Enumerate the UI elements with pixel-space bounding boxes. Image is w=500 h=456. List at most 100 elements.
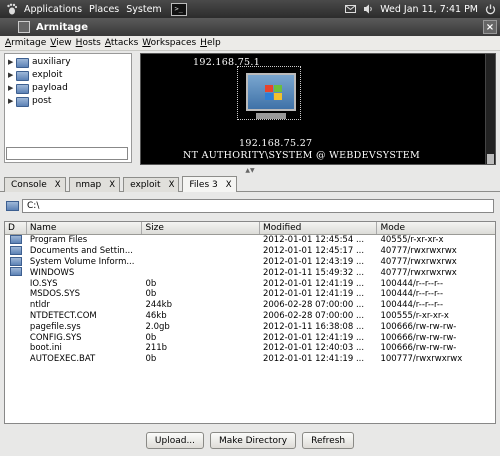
file-mode-cell: 100444/r--r--r--: [380, 289, 444, 300]
tab-label: Files 3: [189, 179, 218, 190]
graph-scrollbar[interactable]: [485, 54, 495, 164]
pane-splitter[interactable]: ▲▼: [0, 167, 500, 174]
folder-icon: [16, 96, 29, 107]
folder-icon: [16, 70, 29, 81]
file-type-cell: [5, 321, 27, 332]
file-name-cell: MSDOS.SYS: [29, 289, 80, 300]
table-row[interactable]: Program Files 2012-01-01 12:45:54 ... 4055…: [5, 234, 495, 246]
file-name-cell: boot.ini: [29, 343, 62, 354]
expand-arrow-icon[interactable]: ▶: [8, 84, 16, 92]
file-modified-cell: 2012-01-01 12:41:19 ...: [262, 289, 365, 300]
table-row[interactable]: AUTOEXEC.BAT 0b 2012-01-01 12:41:19 ... 100…: [5, 354, 495, 365]
folder-up-icon[interactable]: [6, 200, 19, 211]
tree-item-payload[interactable]: ▶ payload: [5, 82, 131, 94]
file-mode-cell: 100666/rw-rw-rw-: [380, 332, 457, 343]
file-modified-cell: 2012-01-01 12:43:19 ...: [262, 256, 365, 267]
menu-view[interactable]: View: [50, 38, 71, 48]
column-header-name[interactable]: Name: [27, 222, 143, 234]
scrollbar-thumb[interactable]: [487, 154, 494, 164]
file-actions: Upload... Make Directory Refresh: [0, 432, 500, 450]
datetime[interactable]: Wed Jan 11, 7:41 PM: [380, 4, 478, 15]
windows-logo-icon: [265, 85, 283, 101]
file-type-cell: [5, 245, 27, 257]
file-type-cell: [5, 354, 27, 365]
table-row[interactable]: ntldr 244kb 2006-02-28 07:00:00 ... 100444/…: [5, 300, 495, 311]
tab-close-icon[interactable]: X: [169, 180, 175, 190]
gnome-foot-icon[interactable]: [4, 2, 20, 16]
table-row[interactable]: boot.ini 211b 2012-01-01 12:40:03 ... 10066…: [5, 343, 495, 354]
table-row[interactable]: pagefile.sys 2.0gb 2012-01-11 16:38:08 ...…: [5, 321, 495, 332]
column-header-modified[interactable]: Modified: [260, 222, 378, 234]
make-directory-button[interactable]: Make Directory: [210, 432, 297, 449]
volume-icon[interactable]: [362, 3, 374, 15]
table-row[interactable]: IO.SYS 0b 2012-01-01 12:41:19 ... 100444/r-…: [5, 278, 495, 289]
tree-item-exploit[interactable]: ▶ exploit: [5, 69, 131, 81]
table-row[interactable]: WINDOWS 2012-01-11 15:49:32 ... 40777/rwxr…: [5, 267, 495, 278]
column-header-size[interactable]: Size: [142, 222, 260, 234]
file-icon: [8, 332, 19, 340]
refresh-button[interactable]: Refresh: [302, 432, 355, 449]
tab-close-icon[interactable]: X: [226, 180, 232, 190]
tab-close-icon[interactable]: X: [55, 180, 61, 190]
tree-item-label: auxiliary: [32, 56, 71, 67]
table-row[interactable]: NTDETECT.COM 46kb 2006-02-28 07:00:00 ... 1…: [5, 311, 495, 322]
menu-system[interactable]: System: [126, 4, 161, 15]
file-name-cell: ntldr: [29, 300, 50, 311]
file-size-cell: 244kb: [145, 300, 172, 311]
file-icon: [8, 343, 19, 351]
tab-close-icon[interactable]: X: [109, 180, 115, 190]
file-type-cell: [5, 310, 27, 321]
menu-armitage[interactable]: Armitage: [5, 38, 46, 48]
table-row[interactable]: Documents and Settin... 2012-01-01 12:45:…: [5, 245, 495, 257]
table-row[interactable]: MSDOS.SYS 0b 2012-01-01 12:41:19 ... 100444…: [5, 289, 495, 300]
file-mode-cell: 100555/r-xr-xr-x: [380, 310, 449, 321]
upload-button[interactable]: Upload...: [145, 432, 205, 449]
column-header-d[interactable]: D: [5, 222, 27, 234]
file-icon: [8, 321, 19, 329]
tab-label: nmap: [75, 180, 102, 190]
tree-item-post[interactable]: ▶ post: [5, 95, 131, 107]
module-search-input[interactable]: [6, 147, 128, 160]
menu-workspaces[interactable]: Workspaces: [142, 38, 196, 48]
email-icon[interactable]: [344, 3, 356, 15]
monitor-stand: [256, 113, 286, 119]
expand-arrow-icon[interactable]: ▶: [8, 71, 16, 79]
folder-icon: [8, 234, 22, 244]
file-size-cell: 211b: [145, 343, 168, 354]
menu-hosts[interactable]: Hosts: [76, 38, 101, 48]
column-header-mode[interactable]: Mode: [377, 222, 495, 234]
tree-item-label: payload: [32, 82, 68, 93]
file-type-cell: [5, 267, 27, 278]
tab-nmap[interactable]: nmap X: [68, 177, 121, 192]
power-icon[interactable]: [484, 3, 496, 15]
target-host-node[interactable]: [237, 66, 301, 120]
file-type-cell: [5, 343, 27, 354]
tab-console[interactable]: Console X: [4, 177, 66, 192]
file-modified-cell: 2012-01-11 16:38:08 ...: [262, 321, 365, 332]
file-name-cell: IO.SYS: [29, 278, 58, 289]
file-modified-cell: 2012-01-01 12:41:19 ...: [262, 354, 365, 365]
menu-places[interactable]: Places: [89, 4, 119, 15]
tab-exploit[interactable]: exploit X: [123, 177, 180, 192]
menu-help[interactable]: Help: [200, 38, 221, 48]
file-size-cell: 0b: [145, 332, 157, 343]
window-close-button[interactable]: ×: [483, 20, 497, 34]
file-icon: [8, 310, 19, 318]
file-name-cell: AUTOEXEC.BAT: [29, 354, 96, 365]
expand-arrow-icon[interactable]: ▶: [8, 97, 16, 105]
file-modified-cell: 2006-02-28 07:00:00 ...: [262, 300, 365, 311]
file-name-cell: System Volume Inform...: [29, 256, 135, 267]
file-type-cell: [5, 289, 27, 300]
path-input[interactable]: C:\: [22, 199, 494, 213]
table-row[interactable]: CONFIG.SYS 0b 2012-01-01 12:41:19 ... 10066…: [5, 332, 495, 343]
menu-applications[interactable]: Applications: [24, 4, 82, 15]
terminal-icon[interactable]: >_: [170, 2, 187, 16]
window-titlebar[interactable]: Armitage ×: [0, 18, 500, 36]
file-type-cell: [5, 278, 27, 289]
table-row[interactable]: System Volume Inform... 2012-01-01 12:43:…: [5, 256, 495, 268]
menu-attacks[interactable]: Attacks: [105, 38, 138, 48]
host-graph[interactable]: 192.168.75.1 192.168.75.27 NT AUTHORITY\…: [140, 53, 496, 165]
tree-item-auxiliary[interactable]: ▶ auxiliary: [5, 56, 131, 68]
tab-files[interactable]: Files 3 X: [182, 176, 237, 192]
expand-arrow-icon[interactable]: ▶: [8, 58, 16, 66]
